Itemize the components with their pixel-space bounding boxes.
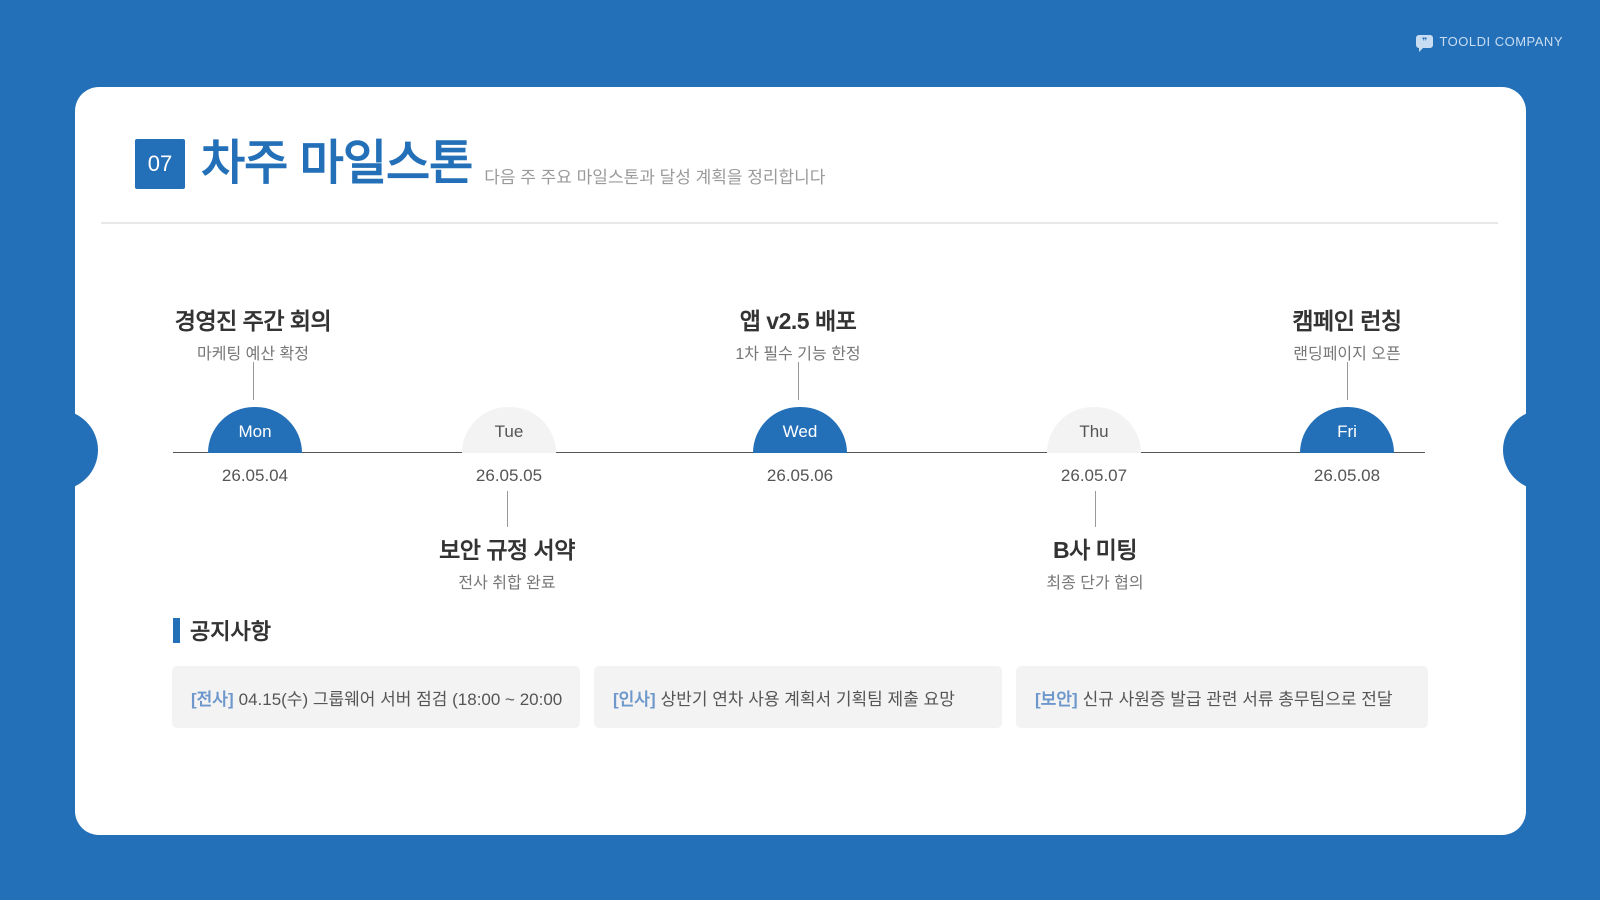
event-connector (1095, 491, 1096, 527)
event-b-meeting: B사 미팅 최종 단가 협의 (975, 531, 1215, 593)
brand-logo: ❞ TOOLDI COMPANY (1416, 34, 1563, 52)
event-title: 경영진 주간 회의 (174, 308, 332, 334)
event-app-release: 앱 v2.5 배포 1차 필수 기능 한정 (678, 302, 918, 364)
notice-tag: [전사] (191, 689, 234, 709)
date-label: 26.05.07 (1060, 466, 1128, 485)
page-subtitle: 다음 주 주요 마일스톤과 달성 계획을 정리합니다 (484, 168, 826, 187)
header-divider (101, 222, 1498, 224)
chat-bubble-icon: ❞ (1416, 35, 1434, 52)
event-description: 전사 취합 완료 (458, 575, 556, 592)
event-description: 랜딩페이지 오픈 (1293, 346, 1401, 363)
date-label: 26.05.08 (1313, 466, 1381, 485)
notice-tag: [보안] (1035, 689, 1078, 709)
event-description: 최종 단가 협의 (1046, 575, 1144, 592)
notice-accent-bar (173, 617, 180, 643)
notice-item: [인사] 상반기 연차 사용 계획서 기획팀 제출 요망 (594, 666, 1002, 728)
day-marker-wed: Wed (753, 407, 847, 453)
day-marker-fri: Fri (1300, 407, 1394, 453)
date-label: 26.05.04 (221, 466, 289, 485)
event-connector (1347, 362, 1348, 400)
date-label: 26.05.05 (475, 466, 543, 485)
notice-text: 04.15(수) 그룹웨어 서버 점검 (18:00 ~ 20:00 (238, 689, 563, 709)
event-security-pledge: 보안 규정 서약 전사 취합 완료 (387, 531, 627, 593)
notice-section-header: 공지사항 (173, 614, 271, 646)
page-title: 차주 마일스톤 (201, 137, 473, 190)
notice-text: 상반기 연차 사용 계획서 기획팀 제출 요망 (660, 689, 955, 709)
notice-text: 신규 사원증 발급 관련 서류 총무팀으로 전달 (1082, 689, 1393, 709)
left-notch (75, 410, 98, 490)
day-marker-thu: Thu (1047, 407, 1141, 453)
event-title: B사 미팅 (1053, 537, 1137, 563)
event-connector (798, 362, 799, 400)
event-title: 캠페인 런칭 (1292, 308, 1402, 334)
event-campaign-launch: 캠페인 런칭 랜딩페이지 오픈 (1227, 302, 1467, 364)
section-number: 07 (135, 139, 185, 189)
slide-header: 07 차주 마일스톤 다음 주 주요 마일스톤과 달성 계획을 정리합니다 (135, 139, 825, 189)
right-notch (1503, 410, 1526, 490)
day-marker-mon: Mon (208, 407, 302, 453)
brand-name: TOOLDI COMPANY (1439, 34, 1563, 49)
notice-item: [보안] 신규 사원증 발급 관련 서류 총무팀으로 전달 (1016, 666, 1428, 728)
event-connector (253, 362, 254, 400)
notice-item: [전사] 04.15(수) 그룹웨어 서버 점검 (18:00 ~ 20:00 (172, 666, 580, 728)
day-marker-tue: Tue (462, 407, 556, 453)
event-connector (507, 491, 508, 527)
event-description: 1차 필수 기능 한정 (735, 346, 861, 363)
event-title: 앱 v2.5 배포 (739, 308, 857, 334)
event-title: 보안 규정 서약 (439, 537, 575, 563)
slide-card: 07 차주 마일스톤 다음 주 주요 마일스톤과 달성 계획을 정리합니다 경영… (75, 87, 1526, 835)
notice-tag: [인사] (613, 689, 656, 709)
date-label: 26.05.06 (766, 466, 834, 485)
notice-heading: 공지사항 (190, 619, 271, 644)
event-description: 마케팅 예산 확정 (197, 346, 309, 363)
event-executive-meeting: 경영진 주간 회의 마케팅 예산 확정 (133, 302, 373, 364)
